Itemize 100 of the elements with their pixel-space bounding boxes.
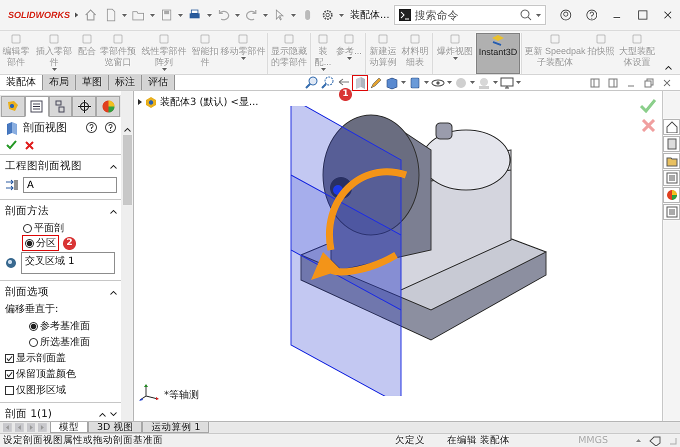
checkbox-label[interactable]: 仅图形区域: [16, 383, 66, 397]
help-icon[interactable]: [586, 8, 598, 22]
ribbon-tab[interactable]: 标注: [109, 75, 142, 90]
sheet-tab[interactable]: 运动算例 1: [142, 422, 210, 433]
help-icon[interactable]: [86, 122, 97, 133]
scroll-thumb[interactable]: [122, 135, 132, 205]
ribbon-tab[interactable]: 装配体: [0, 75, 43, 90]
assembly-icon: [145, 96, 157, 108]
sheet-tab[interactable]: 3D 视图: [88, 422, 142, 433]
caret-up-icon[interactable]: [636, 439, 641, 442]
panel-tab[interactable]: [72, 96, 96, 117]
resize-grip-icon[interactable]: [669, 436, 677, 444]
home-icon[interactable]: [84, 7, 98, 23]
caret-icon[interactable]: [470, 81, 475, 84]
document-name: 装配体...: [350, 8, 390, 22]
expand-arrow-icon[interactable]: [138, 99, 142, 105]
maximize-icon[interactable]: [636, 8, 648, 22]
checkbox[interactable]: [5, 370, 14, 378]
ribbon-tab[interactable]: 评估: [142, 75, 175, 90]
section-view-icon[interactable]: [353, 76, 367, 90]
expand-icon[interactable]: [110, 412, 117, 416]
tag-icon[interactable]: [649, 436, 661, 446]
caret-icon: [52, 68, 56, 71]
caret-icon[interactable]: [447, 81, 452, 84]
ribbon-tab[interactable]: 草图: [76, 75, 109, 90]
task-pane-button[interactable]: [663, 170, 680, 186]
panel-tab[interactable]: [24, 96, 49, 117]
caret-icon[interactable]: [122, 14, 127, 16]
collapse-icon[interactable]: [110, 164, 117, 168]
collapse-ribbon-icon[interactable]: [665, 65, 672, 70]
checkbox[interactable]: [5, 354, 14, 362]
radio-button[interactable]: [29, 322, 38, 330]
app-name: SOLIDWORKS: [8, 10, 70, 20]
pointer-icon[interactable]: [273, 7, 286, 23]
task-pane-button[interactable]: [663, 136, 680, 152]
section-plane[interactable]: [290, 174, 402, 311]
radio-button[interactable]: [25, 238, 34, 248]
ok-check-icon[interactable]: [640, 99, 656, 113]
caret-icon[interactable]: [338, 14, 344, 16]
ribbon-button[interactable]: Instant3D: [476, 33, 520, 74]
radio-label[interactable]: 所选基准面: [40, 335, 90, 349]
text-field[interactable]: A: [23, 177, 117, 193]
expand-arrow-icon[interactable]: [75, 12, 78, 18]
properties-icon: [666, 206, 678, 218]
home-icon: [666, 121, 678, 133]
panel-title: 剖面视图: [23, 120, 68, 135]
display-box-icon[interactable]: [408, 76, 422, 90]
caret-icon[interactable]: [424, 81, 429, 84]
task-pane-button[interactable]: [663, 187, 680, 203]
radio-label[interactable]: 平面剖: [34, 221, 64, 235]
caret-icon[interactable]: [206, 14, 212, 16]
task-pane-button[interactable]: [663, 153, 680, 169]
section-title: 剖面方法: [5, 204, 49, 218]
selection-box[interactable]: 交叉区域 1: [21, 252, 115, 274]
task-pane-button[interactable]: [663, 204, 680, 220]
caret-icon[interactable]: [291, 14, 296, 16]
rotation-arrow[interactable]: [311, 168, 407, 280]
task-pane-button[interactable]: [663, 119, 680, 135]
section-plane[interactable]: [290, 106, 402, 396]
ok-check-icon[interactable]: [6, 140, 17, 150]
caret-icon[interactable]: [178, 14, 184, 16]
scroll-bar[interactable]: [121, 91, 133, 421]
zoom-fit-icon[interactable]: [305, 76, 319, 90]
tool-icon: [594, 33, 608, 45]
cancel-icon[interactable]: [25, 140, 34, 150]
callout-badge: 2: [63, 236, 76, 250]
panel-tab[interactable]: [48, 96, 72, 117]
zoom-area-icon[interactable]: [321, 76, 335, 90]
radio-label[interactable]: 参考基准面: [40, 319, 90, 333]
tile-right-icon[interactable]: [608, 78, 618, 88]
caret-icon[interactable]: [493, 81, 498, 84]
help-icon[interactable]: [105, 122, 116, 133]
caret-icon[interactable]: [401, 81, 406, 84]
ribbon-tab[interactable]: 布局: [43, 75, 76, 90]
caret-icon[interactable]: [150, 14, 156, 16]
checkbox-label[interactable]: 显示剖面盖: [16, 351, 66, 365]
caret-icon[interactable]: [234, 14, 240, 16]
tool-icon: [548, 33, 562, 45]
collapse-icon[interactable]: [110, 290, 117, 294]
checkbox-label[interactable]: 保留顶盖颜色: [16, 367, 76, 381]
search-input[interactable]: 搜索命令: [414, 8, 516, 22]
tile-left-icon[interactable]: [590, 78, 600, 88]
settings-icon[interactable]: [320, 7, 334, 23]
collapse-icon[interactable]: [110, 208, 117, 214]
caret-icon[interactable]: [516, 81, 521, 84]
tree-item[interactable]: 装配体3 (默认) <显...: [160, 95, 258, 109]
caret-icon: [346, 57, 352, 60]
radio-label[interactable]: 分区: [36, 236, 56, 250]
radio-button[interactable]: [23, 224, 32, 232]
user-icon[interactable]: [560, 8, 572, 22]
restore-icon[interactable]: [644, 78, 654, 88]
tool-icon: [282, 33, 296, 45]
save-icon[interactable]: [160, 7, 174, 23]
field-label: 偏移垂直于:: [5, 302, 60, 317]
sheet-tab[interactable]: 模型: [50, 422, 88, 433]
caret-icon[interactable]: [263, 14, 268, 16]
radio-button[interactable]: [29, 338, 38, 346]
monitor-icon[interactable]: [500, 76, 514, 90]
checkbox[interactable]: [5, 386, 14, 394]
search-bar[interactable]: 搜索命令: [394, 5, 546, 25]
